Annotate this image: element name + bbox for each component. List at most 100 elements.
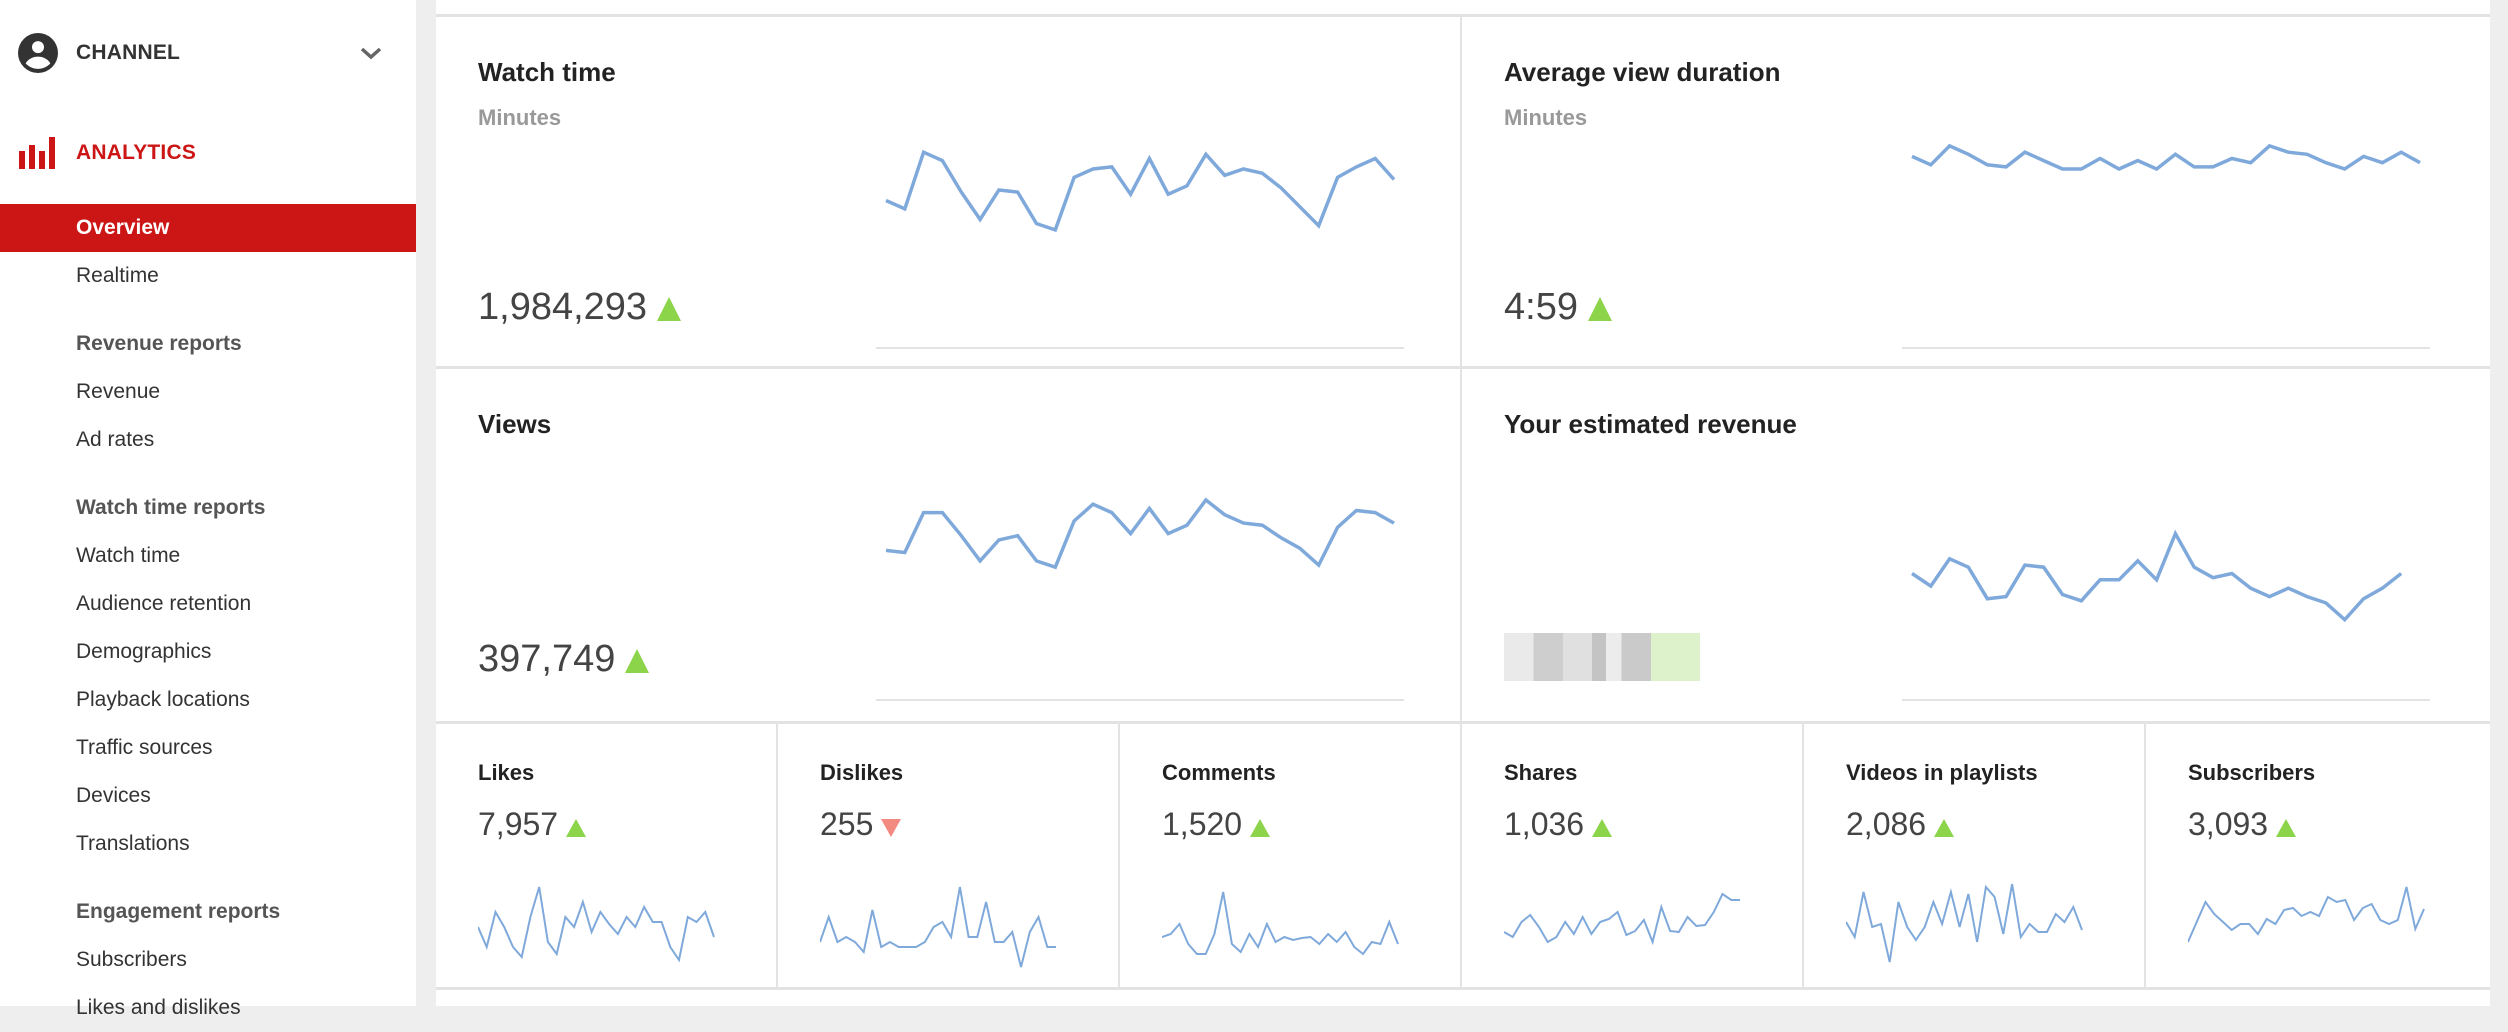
divider (2144, 722, 2146, 988)
metric-value: 4:59 (1504, 286, 1612, 329)
trend-up-icon (1588, 297, 1612, 321)
sparkline-watch-time (876, 127, 1404, 349)
sidebar-section-watch-time-reports: Watch time reports (76, 496, 265, 520)
metric-card-likes[interactable]: Likes 7,957 (436, 722, 777, 988)
redacted-value (1504, 633, 1700, 681)
metric-card-your-estimated-revenue[interactable]: Your estimated revenue (1462, 369, 2487, 719)
metric-value: 255 (820, 806, 901, 843)
channel-menu[interactable]: CHANNEL (0, 23, 416, 83)
sparkline-comments-line (1162, 892, 1398, 954)
sidebar: CHANNEL ANALYTICS OverviewRealtime Revenu… (0, 0, 416, 1006)
sidebar-item-revenue[interactable]: Revenue (0, 368, 416, 416)
sparkline-views-line (886, 500, 1394, 567)
sidebar-section-revenue-reports: Revenue reports (76, 332, 242, 356)
analytics-bars-icon (19, 137, 57, 169)
trend-up-icon (566, 819, 586, 837)
sparkline-videos-in-playlists (1846, 872, 2086, 972)
metric-value-text: 2,086 (1846, 806, 1926, 843)
main-content: Watch time Minutes 1,984,293 Average view d… (436, 0, 2490, 1006)
metric-card-videos-in-playlists[interactable]: Videos in playlists 2,086 (1804, 722, 2145, 988)
sparkline-shares (1504, 872, 1744, 972)
channel-label: CHANNEL (76, 41, 180, 65)
trend-up-icon (2276, 819, 2296, 837)
metric-card-average-view-duration[interactable]: Average view duration Minutes 4:59 (1462, 17, 2487, 367)
sidebar-item-playback-locations[interactable]: Playback locations (0, 676, 416, 724)
sidebar-item-translations[interactable]: Translations (0, 820, 416, 868)
sparkline-views (876, 479, 1404, 701)
analytics-label: ANALYTICS (76, 141, 196, 165)
sidebar-item-watch-time[interactable]: Watch time (0, 532, 416, 580)
metric-title: Average view duration (1504, 57, 1780, 88)
metric-value: 397,749 (478, 638, 649, 681)
chevron-down-icon[interactable] (360, 45, 382, 61)
sidebar-item-subscribers[interactable]: Subscribers (0, 936, 416, 984)
sparkline-comments (1162, 872, 1402, 972)
metric-card-views[interactable]: Views 397,749 (436, 369, 1461, 719)
metric-title: Videos in playlists (1846, 760, 2038, 786)
sparkline-watch-time-line (886, 152, 1394, 230)
metric-unit: Minutes (478, 105, 561, 131)
divider (1460, 722, 1462, 988)
account-circle-icon (18, 33, 58, 73)
metric-value-text: 3,093 (2188, 806, 2268, 843)
metric-title: Views (478, 409, 551, 440)
divider (776, 722, 778, 988)
divider (1802, 722, 1804, 988)
analytics-header[interactable]: ANALYTICS (0, 123, 416, 183)
metric-value: 1,984,293 (478, 286, 681, 329)
metric-card-watch-time[interactable]: Watch time Minutes 1,984,293 (436, 17, 1461, 367)
sidebar-section-engagement-reports: Engagement reports (76, 900, 280, 924)
sparkline-average-view-duration-line (1912, 146, 2420, 169)
sidebar-item-devices[interactable]: Devices (0, 772, 416, 820)
metric-card-shares[interactable]: Shares 1,036 (1462, 722, 1803, 988)
trend-up-icon (1250, 819, 1270, 837)
sidebar-item-likes-and-dislikes[interactable]: Likes and dislikes (0, 984, 416, 1032)
metric-title: Shares (1504, 760, 1577, 786)
sparkline-videos-in-playlists-line (1846, 884, 2082, 962)
sparkline-shares-line (1504, 894, 1740, 942)
metric-value-text: 7,957 (478, 806, 558, 843)
metric-value: 7,957 (478, 806, 586, 843)
sparkline-dislikes-line (820, 887, 1056, 967)
sparkline-likes-line (478, 887, 714, 960)
metric-unit: Minutes (1504, 105, 1587, 131)
metric-value-text: 1,984,293 (478, 286, 647, 329)
trend-up-icon (625, 649, 649, 673)
metric-value-text: 397,749 (478, 638, 615, 681)
sparkline-dislikes (820, 872, 1060, 972)
metric-value: 1,520 (1162, 806, 1270, 843)
sparkline-average-view-duration (1902, 127, 2430, 349)
metric-value-text: 255 (820, 806, 873, 843)
gutter (416, 0, 436, 1006)
sidebar-item-demographics[interactable]: Demographics (0, 628, 416, 676)
sidebar-item-realtime[interactable]: Realtime (0, 252, 416, 300)
sidebar-item-ad-rates[interactable]: Ad rates (0, 416, 416, 464)
sidebar-item-audience-retention[interactable]: Audience retention (0, 580, 416, 628)
metric-value: 1,036 (1504, 806, 1612, 843)
divider (1118, 722, 1120, 988)
metric-title: Watch time (478, 57, 616, 88)
sparkline-subscribers (2188, 872, 2428, 972)
sidebar-item-traffic-sources[interactable]: Traffic sources (0, 724, 416, 772)
sparkline-your-estimated-revenue (1902, 479, 2430, 701)
metric-card-subscribers[interactable]: Subscribers 3,093 (2146, 722, 2487, 988)
metric-card-comments[interactable]: Comments 1,520 (1120, 722, 1461, 988)
metric-title: Dislikes (820, 760, 903, 786)
sparkline-your-estimated-revenue-line (1912, 534, 2401, 620)
trend-down-icon (881, 819, 901, 837)
metric-title: Likes (478, 760, 534, 786)
metric-value: 2,086 (1846, 806, 1954, 843)
metric-value: 3,093 (2188, 806, 2296, 843)
sparkline-likes (478, 872, 718, 972)
trend-up-icon (657, 297, 681, 321)
metric-value-text: 1,036 (1504, 806, 1584, 843)
metric-value-text: 1,520 (1162, 806, 1242, 843)
metric-card-dislikes[interactable]: Dislikes 255 (778, 722, 1119, 988)
metric-title: Your estimated revenue (1504, 409, 1797, 440)
metric-value-text: 4:59 (1504, 286, 1578, 329)
trend-up-icon (1934, 819, 1954, 837)
metric-title: Comments (1162, 760, 1276, 786)
metric-title: Subscribers (2188, 760, 2315, 786)
sparkline-subscribers-line (2188, 887, 2424, 942)
sidebar-item-overview[interactable]: Overview (0, 204, 416, 252)
